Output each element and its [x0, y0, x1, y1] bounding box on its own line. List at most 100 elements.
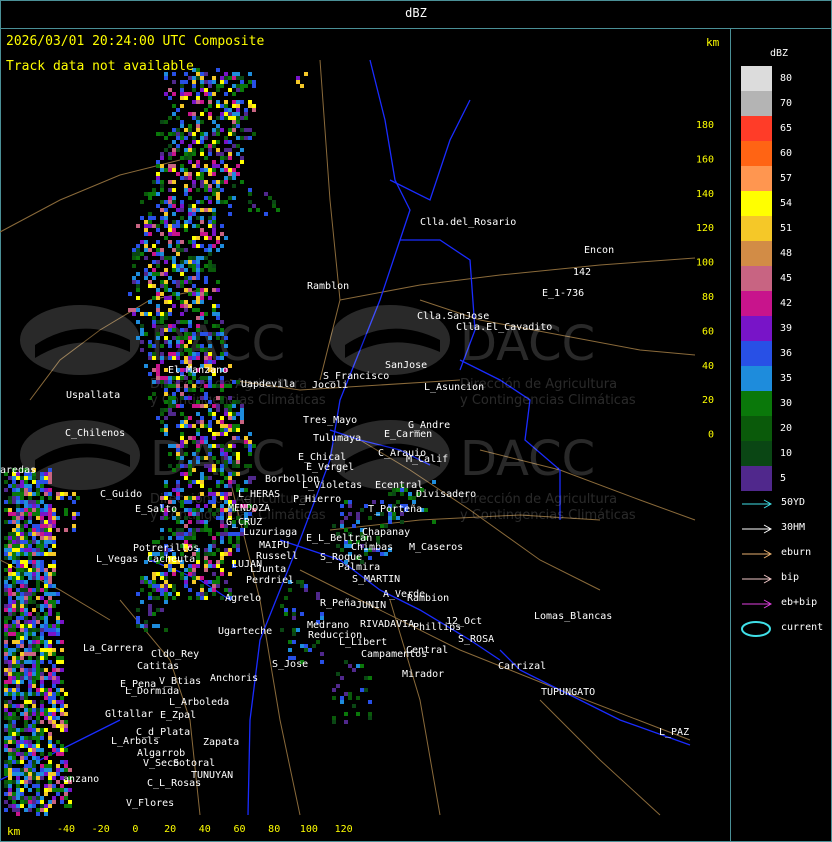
- x-tick-label: 80: [268, 824, 280, 835]
- place-label: Clla.del_Rosario: [420, 217, 516, 228]
- place-label: RIVADAVIA: [360, 619, 414, 630]
- legend-swatch-48: [741, 241, 772, 266]
- place-label: E_Carmen: [384, 429, 432, 440]
- place-label: Ugarteche: [218, 626, 272, 637]
- border: [389, 99, 471, 201]
- legend-value: 70: [780, 98, 793, 109]
- legend-value: 42: [780, 298, 793, 309]
- place-label: 142: [573, 267, 591, 278]
- place-label: MAIPU: [259, 540, 289, 551]
- track-label: eburn: [781, 547, 812, 558]
- y-tick-label: 120: [696, 223, 714, 234]
- y-tick-label: 20: [702, 395, 714, 406]
- legend-value: 35: [780, 373, 793, 384]
- place-label: SanJose: [385, 360, 427, 371]
- place-label: El_Manzano: [168, 365, 228, 376]
- x-tick-label: 60: [233, 824, 245, 835]
- place-label: aredas: [0, 465, 36, 476]
- place-label: L_Violetas: [302, 480, 362, 491]
- y-tick-label: 40: [702, 361, 714, 372]
- place-label: Encon: [584, 245, 614, 256]
- place-label: E_Vergel: [306, 462, 354, 473]
- legend-arrow-eburn: [741, 546, 775, 560]
- y-tick-label: 180: [696, 120, 714, 131]
- y-tick-label: 160: [696, 154, 714, 165]
- legend-value: 5: [780, 473, 787, 484]
- legend-value: 10: [780, 448, 793, 459]
- track-label: 50YD: [781, 497, 806, 508]
- place-label: Catitas: [137, 661, 179, 672]
- place-label: Ramblon: [307, 281, 349, 292]
- place-label: L_PAZ: [659, 727, 689, 738]
- legend-value: 36: [780, 348, 793, 359]
- place-label: R_Peña: [320, 598, 356, 609]
- place-label: Palmira: [338, 562, 380, 573]
- place-label: Cacheuta: [147, 554, 195, 565]
- track-label: 30HM: [781, 522, 806, 533]
- legend-swatch-51: [741, 216, 772, 241]
- radar-map[interactable]: DACCDirección de Agriculturay Contingenc…: [0, 0, 832, 842]
- legend-value: 57: [780, 173, 793, 184]
- place-label: Uspallata: [66, 390, 120, 401]
- legend-swatch-60: [741, 141, 772, 166]
- legend-swatch-54: [741, 191, 772, 216]
- x-tick-label: 20: [164, 824, 176, 835]
- place-label: Mirador: [402, 669, 444, 680]
- place-label: Uapdevila: [241, 379, 295, 390]
- place-label: Luzuriaga: [243, 527, 297, 538]
- legend-swatch-65: [741, 116, 772, 141]
- legend-swatch-30: [741, 391, 772, 416]
- y-tick-label: 60: [702, 326, 714, 337]
- y-tick-label: 140: [696, 189, 714, 200]
- place-label: T_Porteña: [368, 504, 422, 515]
- track-label: eb+bip: [781, 597, 818, 608]
- legend-value: 54: [780, 198, 793, 209]
- watermark-line2: y Contingencias Climáticas: [460, 393, 636, 408]
- legend-value: 30: [780, 398, 793, 409]
- place-label: Tulumaya: [313, 433, 361, 444]
- place-label: Carrizal: [498, 661, 546, 672]
- place-label: TUPUNGATO: [541, 687, 595, 698]
- legend-title: dBZ: [770, 48, 789, 59]
- place-label: E_Salto: [135, 504, 177, 515]
- place-label: Gltallar: [105, 709, 153, 720]
- x-tick-label: 100: [300, 824, 318, 835]
- place-label: S_MARTIN: [352, 574, 400, 585]
- legend-value: 80: [780, 73, 793, 84]
- place-label: L_Vegas: [96, 554, 138, 565]
- legend-swatch-80: [741, 66, 772, 91]
- place-label: La_Carrera: [83, 643, 143, 654]
- axis-unit-bottom: km: [7, 825, 21, 838]
- place-label: V_Flores: [126, 798, 174, 809]
- place-label: Clla.El_Cavadito: [456, 322, 552, 333]
- place-label: Perdriel: [246, 575, 294, 586]
- y-tick-label: 100: [696, 258, 714, 269]
- place-label: Anchoris: [210, 673, 258, 684]
- place-label: JUNIN: [356, 600, 386, 611]
- legend-swatch-39: [741, 316, 772, 341]
- legend-current-ellipse: [741, 621, 775, 637]
- place-label: M_Caseros: [409, 542, 463, 553]
- x-tick-label: -40: [57, 824, 75, 835]
- place-label: E_Zpal: [160, 710, 196, 721]
- legend-value: 39: [780, 323, 793, 334]
- place-label: Russell: [256, 551, 298, 562]
- place-label: C_Guido: [100, 489, 142, 500]
- x-tick-label: 0: [132, 824, 138, 835]
- place-label: L_Dormida: [125, 686, 179, 697]
- x-tick-label: 40: [199, 824, 211, 835]
- place-label: M_Calif: [406, 454, 448, 465]
- legend-arrow-30HM: [741, 521, 775, 535]
- legend-swatch-5: [741, 466, 772, 491]
- x-tick-label: -20: [92, 824, 110, 835]
- header-timestamp: 2026/03/01 20:24:00 UTC Composite: [6, 34, 265, 49]
- legend-swatch-10: [741, 441, 772, 466]
- place-label: E_1-736: [542, 288, 584, 299]
- watermark-line2: y Contingencias Climáticas: [460, 508, 636, 523]
- y-tick-label: 80: [702, 292, 714, 303]
- legend-value: 45: [780, 273, 793, 284]
- legend-swatch-35: [741, 366, 772, 391]
- track-notice: Track data not available: [6, 59, 194, 74]
- legend-value: 65: [780, 123, 793, 134]
- place-label: Agrelo: [225, 593, 261, 604]
